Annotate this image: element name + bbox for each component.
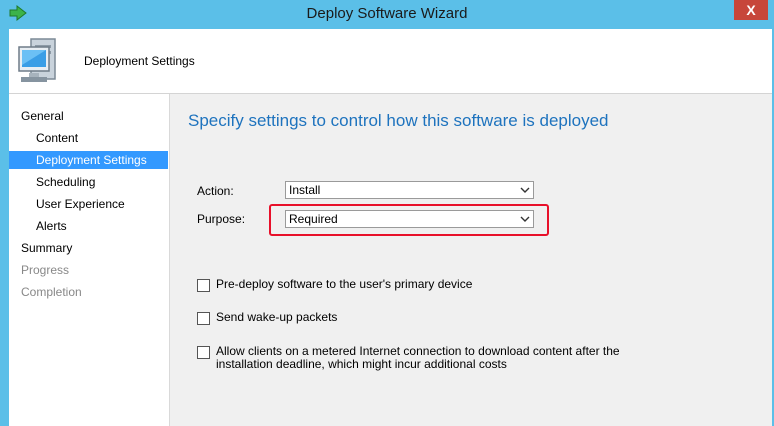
chevron-down-icon <box>520 187 530 193</box>
purpose-dropdown[interactable]: Required <box>285 210 534 228</box>
nav-item-label: Scheduling <box>36 175 96 189</box>
nav-item-label: Completion <box>21 285 82 299</box>
nav-item-user-experience[interactable]: User Experience <box>9 195 168 213</box>
nav-item-label: General <box>21 109 64 123</box>
section-heading: Specify settings to control how this sof… <box>188 111 609 130</box>
wakeup-checkbox[interactable] <box>197 312 210 325</box>
nav-item-progress: Progress <box>9 261 168 279</box>
nav-item-scheduling[interactable]: Scheduling <box>9 173 168 191</box>
metered-checkbox[interactable] <box>197 346 210 359</box>
nav-item-deployment-settings[interactable]: Deployment Settings <box>9 151 168 169</box>
nav-item-general[interactable]: General <box>9 107 168 125</box>
action-value: Install <box>289 183 321 197</box>
nav-item-content[interactable]: Content <box>9 129 168 147</box>
purpose-value: Required <box>289 212 338 226</box>
metered-label-line2: installation deadline, which might incur… <box>216 357 507 371</box>
predeploy-checkbox[interactable] <box>197 279 210 292</box>
purpose-label: Purpose: <box>197 212 246 226</box>
title-bar: Deploy Software Wizard X <box>0 0 774 29</box>
action-label: Action: <box>197 184 234 198</box>
main-panel: Specify settings to control how this sof… <box>170 94 772 426</box>
nav-item-label: Content <box>36 131 79 145</box>
action-dropdown[interactable]: Install <box>285 181 534 199</box>
nav-item-label: User Experience <box>36 197 125 211</box>
nav-item-alerts[interactable]: Alerts <box>9 217 168 235</box>
nav-item-completion: Completion <box>9 283 168 301</box>
window-title: Deploy Software Wizard <box>306 5 468 22</box>
close-button[interactable]: X <box>734 0 768 20</box>
nav-item-label: Progress <box>21 263 70 277</box>
wizard-nav: General Content Deployment Settings Sche… <box>9 94 170 426</box>
computer-icon <box>18 38 56 82</box>
nav-item-label: Alerts <box>36 219 67 233</box>
wakeup-label: Send wake-up packets <box>216 310 338 324</box>
wizard-header: Deployment Settings <box>9 29 772 94</box>
page-title: Deployment Settings <box>84 54 195 68</box>
nav-item-label: Summary <box>21 241 73 255</box>
nav-item-label: Deployment Settings <box>36 153 147 167</box>
predeploy-label: Pre-deploy software to the user's primar… <box>216 277 473 291</box>
chevron-down-icon <box>520 216 530 222</box>
nav-item-summary[interactable]: Summary <box>9 239 168 257</box>
